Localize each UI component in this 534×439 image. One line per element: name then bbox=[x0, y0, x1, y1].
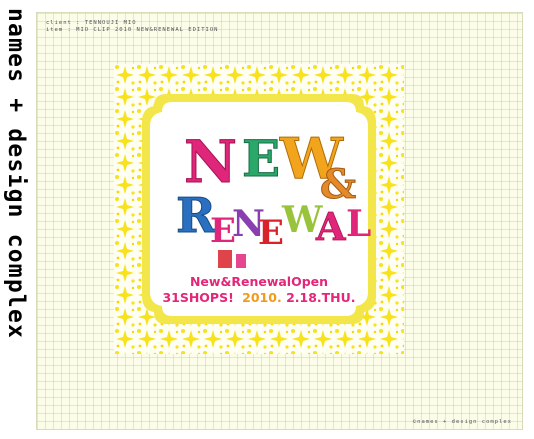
headline-letter-e: E bbox=[242, 129, 280, 188]
headline-letter-e3: E bbox=[258, 213, 284, 253]
sidebar-title: names + design complex bbox=[3, 8, 29, 340]
sidebar-title-strip: names + design complex bbox=[0, 0, 32, 439]
poster-artwork: N E W & R E N E W A L New&RenewalOpen 31… bbox=[114, 64, 404, 354]
decor-stripe-2 bbox=[236, 254, 246, 268]
item-line: item : MIO CLIP 2010 NEW&RENEWAL EDITION bbox=[46, 27, 219, 33]
page: names + design complex client : TENNOUJI… bbox=[0, 0, 534, 439]
headline-letter-n: N bbox=[184, 128, 237, 196]
poster-svg: N E W & R E N E W A L New&RenewalOpen 31… bbox=[114, 64, 404, 354]
client-line: client : TENNOUJI MIO bbox=[46, 20, 137, 26]
caption-shops: 31SHOPS! bbox=[162, 290, 233, 305]
caption-day: 2.18.THU. bbox=[286, 290, 355, 305]
decor-stripe-1 bbox=[218, 250, 232, 268]
headline-ampersand: & bbox=[320, 161, 356, 208]
footer-credit: ©names + design complex bbox=[412, 419, 512, 425]
caption-year: 2010. bbox=[242, 290, 282, 305]
headline-letter-l: L bbox=[346, 203, 371, 245]
caption-line-2: 31SHOPS! 2010. 2.18.THU. bbox=[162, 290, 355, 305]
caption-line-1: New&RenewalOpen bbox=[190, 274, 328, 289]
headline-letter-a: A bbox=[315, 204, 346, 249]
